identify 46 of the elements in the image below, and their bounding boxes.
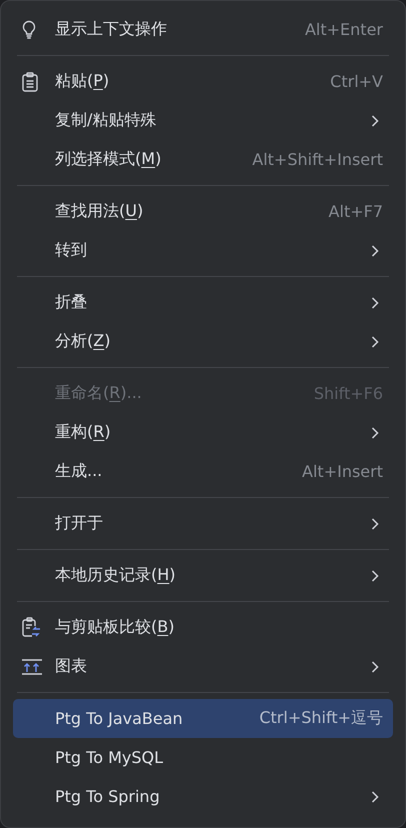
menu-item-label: 显示上下文操作 bbox=[55, 19, 167, 40]
menu-item-label: 打开于 bbox=[55, 513, 103, 534]
menu-item-label: 转到 bbox=[55, 240, 87, 261]
shortcut-label: Ctrl+V bbox=[330, 72, 383, 91]
menu-item[interactable]: 显示上下文操作 Alt+Enter bbox=[13, 10, 393, 49]
menu-item[interactable]: Ptg To JavaBean Ctrl+Shift+逗号 bbox=[13, 699, 393, 738]
menu-item[interactable]: 与剪贴板比较(B) bbox=[13, 608, 393, 647]
menu-item-label: Ptg To Spring bbox=[55, 787, 160, 806]
menu-item[interactable]: 复制/粘贴特殊 bbox=[13, 101, 393, 140]
menu-item[interactable]: 查找用法(U) Alt+F7 bbox=[13, 192, 393, 231]
shortcut-label: Ctrl+Shift+逗号 bbox=[259, 708, 383, 729]
menu-item-label: Ptg To JavaBean bbox=[55, 709, 183, 728]
menu-item[interactable]: 粘贴(P) Ctrl+V bbox=[13, 62, 393, 101]
shortcut-label: Shift+F6 bbox=[314, 384, 383, 403]
menu-item[interactable]: 分析(Z) bbox=[13, 322, 393, 361]
shortcut-label: Alt+Enter bbox=[304, 20, 383, 39]
menu-item[interactable]: 本地历史记录(H) bbox=[13, 556, 393, 595]
menu-item-label: 本地历史记录(H) bbox=[55, 565, 176, 586]
menu-item-label: 列选择模式(M) bbox=[55, 149, 162, 170]
menu-item-label: 粘贴(P) bbox=[55, 71, 110, 92]
menu-item-label: 与剪贴板比较(B) bbox=[55, 617, 174, 638]
shortcut-label: Alt+Shift+Insert bbox=[252, 150, 383, 169]
menu-item-label: 重命名(R)... bbox=[55, 383, 142, 404]
shortcut-label: Alt+Insert bbox=[302, 462, 383, 481]
menu-item-label: Ptg To MySQL bbox=[55, 748, 164, 767]
menu-item-label: 重构(R) bbox=[55, 422, 111, 443]
menu-item-label: 图表 bbox=[55, 656, 87, 677]
menu-item[interactable]: 图表 bbox=[13, 647, 393, 686]
menu-item-label: 生成... bbox=[55, 461, 102, 482]
menu-item-label: 查找用法(U) bbox=[55, 201, 144, 222]
chart-icon bbox=[21, 658, 43, 676]
menu-item[interactable]: 生成... Alt+Insert bbox=[13, 452, 393, 491]
menu-item[interactable]: Ptg To Spring bbox=[13, 777, 393, 816]
menu-item-label: 折叠 bbox=[55, 292, 87, 313]
menu-item[interactable]: Ptg To MySQL bbox=[13, 738, 393, 777]
menu-item[interactable]: 重构(R) bbox=[13, 413, 393, 452]
compare-clipboard-icon bbox=[21, 616, 41, 638]
menu-item-label: 复制/粘贴特殊 bbox=[55, 110, 156, 131]
lightbulb-icon bbox=[21, 20, 37, 40]
menu-item-label: 分析(Z) bbox=[55, 331, 110, 352]
shortcut-label: Alt+F7 bbox=[328, 202, 383, 221]
menu-item[interactable]: 转到 bbox=[13, 231, 393, 270]
menu-item[interactable]: 打开于 bbox=[13, 504, 393, 543]
menu-item[interactable]: 折叠 bbox=[13, 283, 393, 322]
menu-item[interactable]: 列选择模式(M) Alt+Shift+Insert bbox=[13, 140, 393, 179]
clipboard-icon bbox=[21, 72, 39, 92]
